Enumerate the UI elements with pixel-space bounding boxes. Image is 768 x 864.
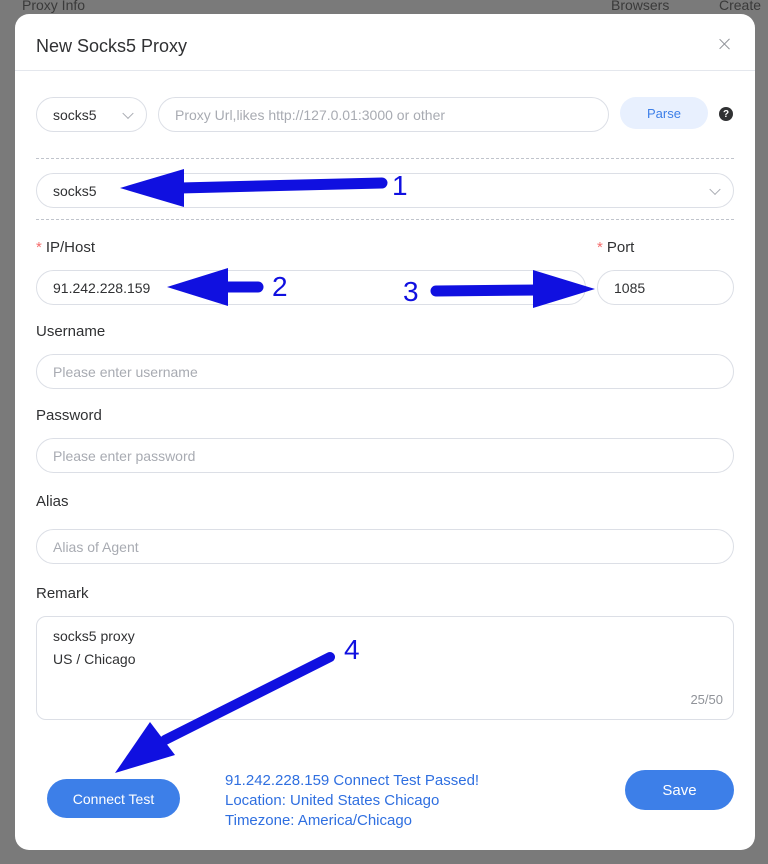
parse-button[interactable]: Parse (620, 97, 708, 129)
host-value: 91.242.228.159 (53, 279, 151, 296)
dialog-title: New Socks5 Proxy (36, 36, 188, 56)
protocol-value: socks5 (53, 182, 97, 199)
port-input[interactable]: 1085 (597, 270, 734, 305)
required-mark: * (36, 239, 42, 256)
chevron-down-icon (122, 107, 134, 119)
password-placeholder: Please enter password (53, 447, 196, 464)
result-line: 91.242.228.159 Connect Test Passed! (225, 772, 480, 789)
remark-label: Remark (36, 585, 89, 602)
bg-create-label[interactable]: Create (719, 0, 761, 13)
port-value: 1085 (614, 279, 646, 296)
username-label: Username (36, 323, 106, 340)
required-mark: * (597, 239, 603, 256)
proxy-url-input[interactable]: Proxy Url,likes http://127.0.01:3000 or … (158, 97, 609, 132)
save-button[interactable]: Save (625, 770, 734, 810)
bg-proxy-info-label: Proxy Info (22, 0, 86, 13)
help-icon[interactable]: ? (719, 107, 733, 121)
connect-test-result: 91.242.228.159 Connect Test Passed! Loca… (225, 771, 479, 831)
parse-protocol-value: socks5 (53, 106, 97, 123)
annotation-number-4: 4 (344, 634, 360, 665)
annotation-number-2: 2 (272, 271, 288, 302)
alias-label: Alias (36, 493, 69, 510)
remark-char-count: 25/50 (690, 692, 723, 707)
divider-bottom (36, 219, 734, 220)
alias-input[interactable]: Alias of Agent (36, 529, 734, 564)
remark-textarea[interactable]: socks5 proxy US / Chicago 25/50 (36, 616, 734, 720)
host-label: * IP/Host (36, 239, 96, 256)
host-input[interactable]: 91.242.228.159 (36, 270, 586, 305)
result-line: Location: United States Chicago (225, 792, 440, 809)
password-label: Password (36, 407, 102, 424)
result-line: Timezone: America/Chicago (225, 812, 413, 829)
chevron-down-icon (709, 183, 721, 195)
port-label: * Port (597, 239, 635, 256)
username-placeholder: Please enter username (53, 363, 198, 380)
new-proxy-dialog: New Socks5 Proxy socks5 Proxy Url,likes … (15, 14, 755, 850)
remark-line: US / Chicago (53, 651, 136, 667)
remark-line: socks5 proxy (53, 628, 135, 644)
parse-protocol-select[interactable]: socks5 (36, 97, 147, 132)
password-input[interactable]: Please enter password (36, 438, 734, 473)
username-input[interactable]: Please enter username (36, 354, 734, 389)
annotation-number-3: 3 (403, 276, 419, 307)
close-icon[interactable] (717, 36, 733, 52)
protocol-select[interactable]: socks5 (36, 173, 734, 208)
bg-browsers-label[interactable]: Browsers (611, 0, 669, 13)
alias-placeholder: Alias of Agent (53, 538, 139, 555)
header-divider (15, 70, 755, 71)
background-header: Proxy Info Browsers Create (0, 0, 768, 14)
connect-test-button[interactable]: Connect Test (47, 779, 180, 818)
annotation-number-1: 1 (392, 170, 408, 201)
proxy-url-placeholder: Proxy Url,likes http://127.0.01:3000 or … (175, 106, 446, 123)
divider-top (36, 158, 734, 159)
